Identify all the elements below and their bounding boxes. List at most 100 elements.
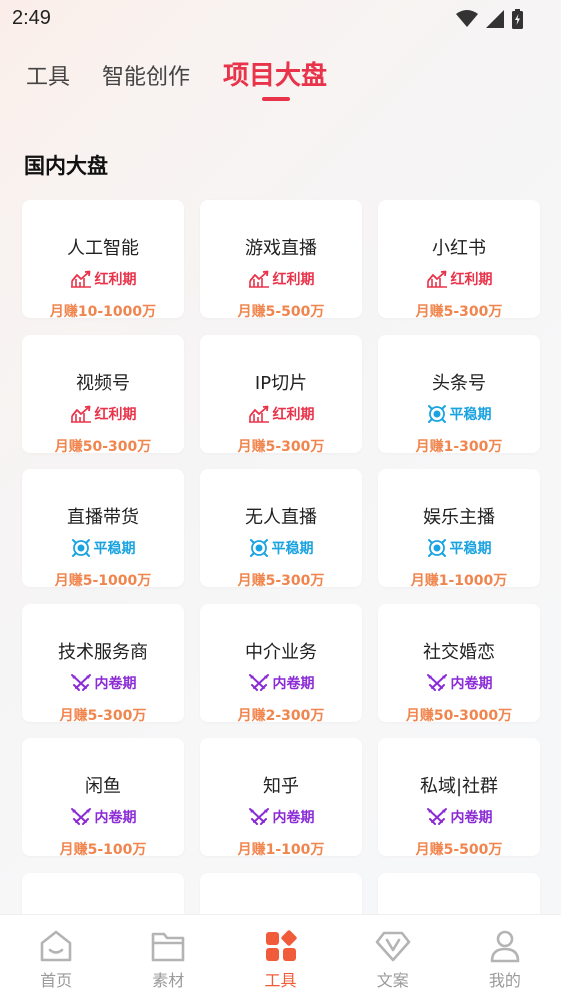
project-card[interactable]: 视频号红利期月赚50-300万 [22, 334, 184, 455]
card-title: 小红书 [432, 238, 486, 259]
card-earnings: 月赚2-300万 [237, 707, 325, 724]
card-earnings: 月赚1-300万 [415, 438, 503, 455]
crossed-swords-icon [426, 808, 447, 825]
card-earnings: 月赚1-1000万 [410, 573, 508, 589]
card-badge-label: 红利期 [94, 272, 137, 288]
wifi-icon [456, 10, 478, 27]
project-card[interactable]: 小红书 红利期 月赚5-300万 [378, 200, 540, 320]
project-card[interactable]: 技术服务商内卷期月赚5-300万 [22, 603, 184, 724]
nav-item-tools[interactable]: 工具 [224, 915, 336, 999]
card-badge: 平稳期 [378, 537, 540, 559]
card-title: 闲鱼 [85, 776, 121, 797]
project-card[interactable]: 游戏直播红利期月赚5-500万 [200, 200, 362, 320]
card-title: 视频号 [76, 372, 130, 394]
active-tab-indicator [262, 97, 290, 101]
section-title: 国内大盘 [24, 154, 108, 178]
diamond-v-icon [375, 931, 411, 962]
battery-icon [512, 9, 523, 29]
card-badge: 红利期 [378, 268, 540, 290]
nav-item-home[interactable]: 首页 [0, 915, 112, 999]
crossed-swords-icon [70, 808, 91, 825]
card-badge: 红利期 [22, 268, 184, 290]
card-badge: 内卷期 [22, 672, 184, 694]
card-title: 知乎 [263, 776, 299, 797]
card-title: 社交婚恋 [423, 641, 495, 663]
card-title: 头条号 [432, 372, 486, 394]
project-card[interactable]: 社交婚恋内卷期月赚50-3000万 [378, 603, 540, 724]
nav-label-tools: 工具 [264, 971, 297, 990]
card-badge: 红利期 [200, 403, 362, 425]
card-badge: 内卷期 [200, 672, 362, 694]
card-badge: 红利期 [200, 268, 362, 290]
nav-label-copywriting: 文案 [376, 971, 409, 990]
card-earnings: 月赚5-500万 [237, 304, 325, 320]
tab-tools[interactable]: 工具 [26, 59, 70, 91]
home-icon [40, 930, 72, 962]
card-earnings: 月赚5-1000万 [54, 573, 152, 589]
nav-label-mine: 我的 [488, 971, 521, 990]
card-title: IP切片 [254, 372, 308, 394]
trend-up-icon [248, 270, 269, 288]
nav-item-copywriting[interactable]: 文案 [337, 915, 449, 999]
project-card[interactable]: 头条号平稳期月赚1-300万 [378, 334, 540, 455]
card-badge-label: 红利期 [272, 272, 315, 288]
card-badge-label: 红利期 [94, 406, 137, 423]
card-badge: 内卷期 [378, 672, 540, 694]
crossed-swords-icon [70, 673, 91, 691]
card-badge: 内卷期 [378, 806, 540, 828]
trend-up-icon [70, 270, 91, 288]
target-icon [427, 404, 446, 423]
project-card[interactable]: IP切片 红利期 月赚5-300万 [200, 334, 362, 455]
card-earnings: 月赚5-500万 [415, 842, 503, 858]
card-badge-label: 内卷期 [450, 810, 493, 826]
crossed-swords-icon [248, 673, 269, 691]
crossed-swords-icon [248, 808, 269, 825]
project-card[interactable]: 闲鱼内卷期月赚5-100万 [22, 738, 184, 858]
tab-project-overview[interactable]: 项目大盘 [223, 55, 327, 92]
project-card[interactable]: 中介业务内卷期月赚2-300万 [200, 603, 362, 724]
card-badge-label: 红利期 [450, 272, 493, 288]
card-title: 娱乐主播 [423, 507, 495, 528]
card-earnings: 月赚5-300万 [59, 707, 147, 724]
card-earnings: 月赚50-3000万 [405, 707, 513, 724]
card-badge: 平稳期 [22, 537, 184, 559]
card-badge-label: 平稳期 [93, 541, 136, 557]
card-badge-label: 平稳期 [449, 406, 492, 423]
card-earnings: 月赚50-300万 [54, 438, 152, 455]
tools-icon [265, 930, 297, 961]
status-icons [456, 9, 523, 29]
card-title: 中介业务 [245, 641, 317, 663]
card-badge-label: 红利期 [272, 406, 315, 423]
card-title: 人工智能 [67, 238, 139, 259]
project-card[interactable]: 知乎内卷期月赚1-100万 [200, 738, 362, 858]
card-earnings: 月赚5-100万 [59, 842, 147, 858]
nav-label-material: 素材 [152, 971, 185, 990]
tab-smart-creation[interactable]: 智能创作 [102, 59, 190, 91]
nav-item-material[interactable]: 素材 [112, 915, 224, 999]
card-earnings: 月赚10-1000万 [49, 304, 157, 320]
target-icon [71, 539, 90, 557]
card-badge: 内卷期 [200, 806, 362, 828]
card-title: 直播带货 [67, 507, 139, 528]
card-earnings: 月赚1-100万 [237, 842, 325, 858]
project-grid: 人工智能 红利期 月赚10-1000万 游戏直播 红利期 月赚5-500万 小红书 红利期 月赚… [22, 200, 542, 991]
card-badge: 平稳期 [378, 403, 540, 425]
target-icon [427, 539, 446, 557]
project-card[interactable]: 人工智能红利期月赚10-1000万 [22, 200, 184, 320]
card-badge-label: 内卷期 [272, 810, 315, 826]
card-badge: 平稳期 [200, 537, 362, 559]
trend-up-icon [70, 405, 91, 423]
project-card[interactable]: 娱乐主播平稳期月赚1-1000万 [378, 469, 540, 589]
project-card[interactable]: 直播带货平稳期月赚5-1000万 [22, 469, 184, 589]
card-title: 技术服务商 [58, 641, 148, 663]
trend-up-icon [248, 405, 269, 423]
card-badge: 红利期 [22, 403, 184, 425]
nav-item-mine[interactable]: 我的 [449, 915, 561, 999]
card-badge: 内卷期 [22, 806, 184, 828]
project-card[interactable]: 私域|社群 内卷期 月赚5-500万 [378, 738, 540, 858]
card-badge-label: 内卷期 [94, 675, 137, 692]
project-card[interactable]: 无人直播 平稳期 月赚5-300万 [200, 469, 362, 589]
nav-label-home: 首页 [40, 971, 73, 990]
card-title: 游戏直播 [245, 238, 317, 259]
bottom-nav: 首页 素材 工具 文案 我的 [0, 914, 561, 999]
